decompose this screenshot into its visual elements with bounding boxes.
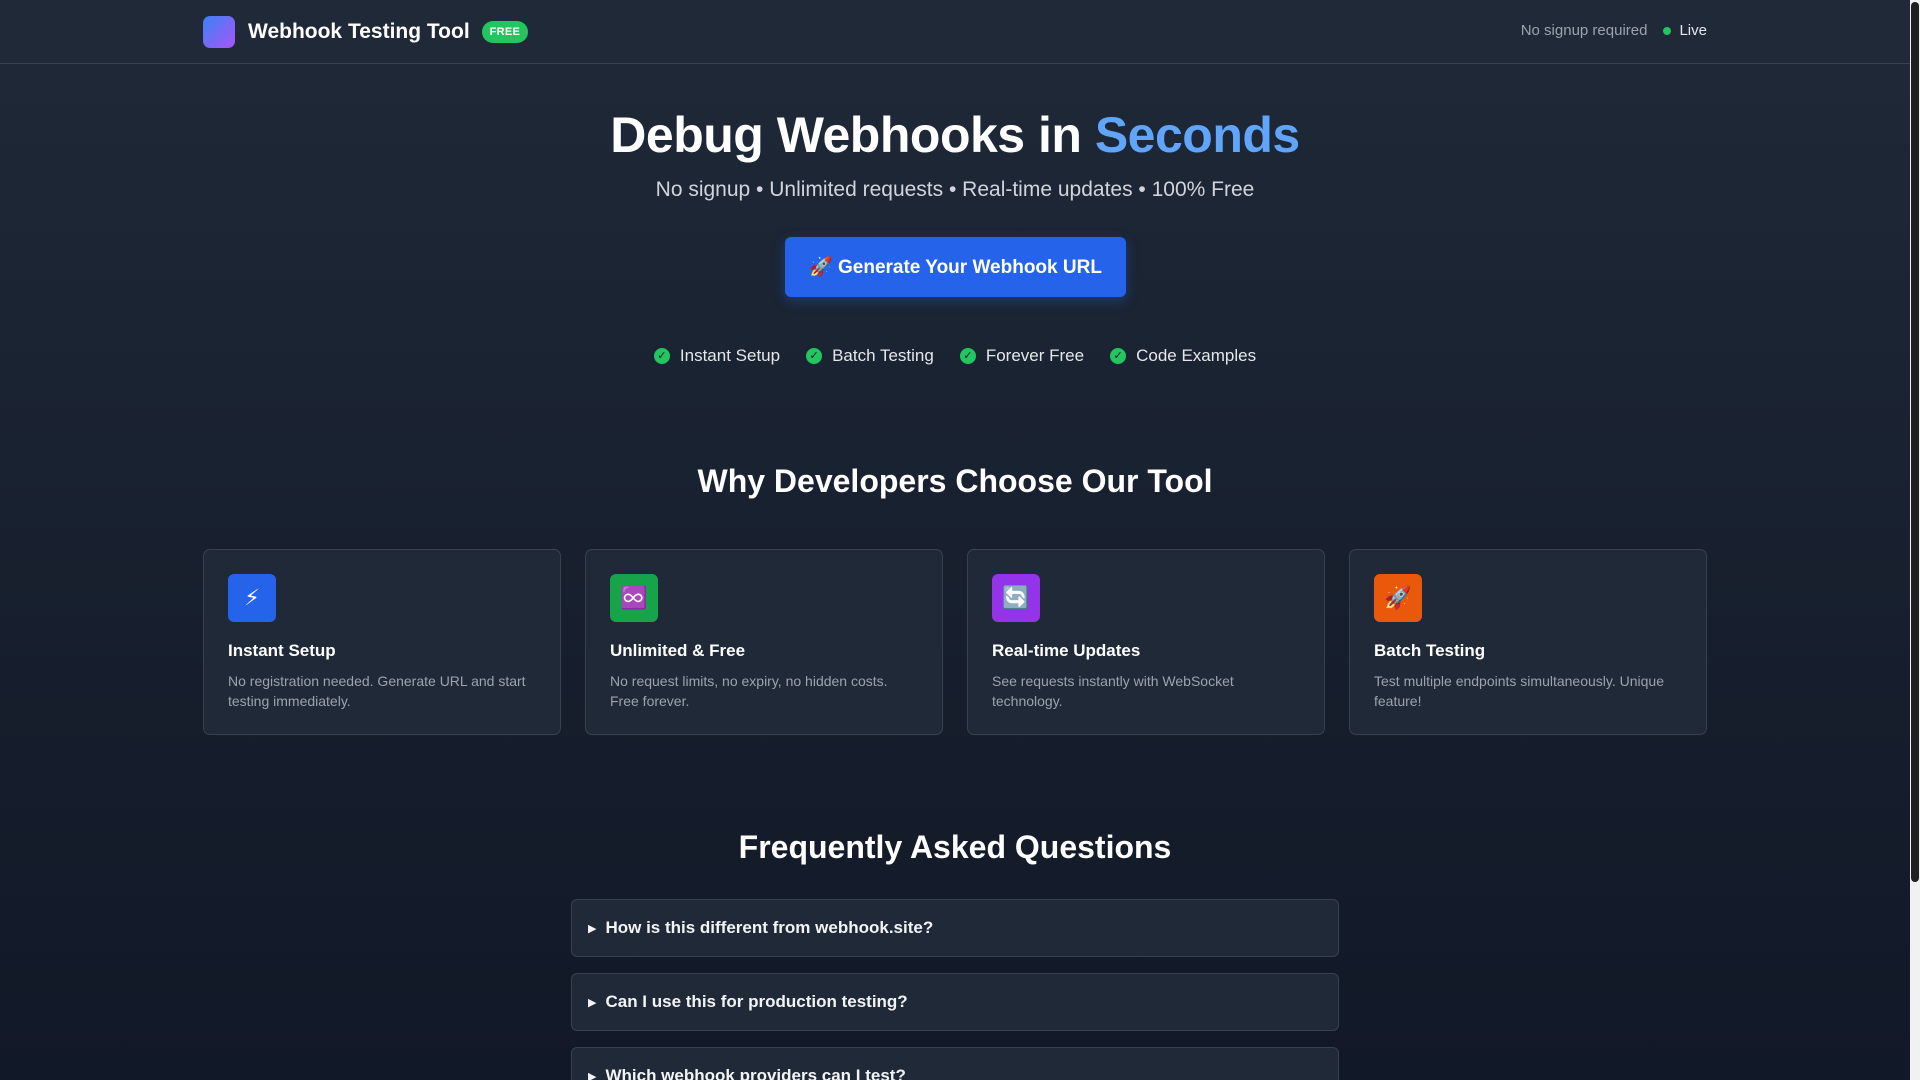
check-item: ✓ Code Examples <box>1110 346 1256 366</box>
card-title: Instant Setup <box>228 641 336 660</box>
check-item: ✓ Batch Testing <box>806 346 934 366</box>
check-item: ✓ Forever Free <box>959 346 1085 366</box>
why-section-title: Why Developers Choose Our Tool <box>697 463 1213 499</box>
check-circle-icon: ✓ <box>653 348 670 364</box>
refresh-icon: 🔄 <box>992 574 1040 622</box>
brand[interactable]: Webhook Testing Tool FREE <box>203 16 529 48</box>
faq-item[interactable]: ▶ How is this different from webhook.site… <box>571 899 1339 957</box>
brand-name: Webhook Testing Tool <box>248 20 470 43</box>
faq-question: Can I use this for production testing? <box>605 992 908 1011</box>
card-title: Unlimited & Free <box>610 641 746 660</box>
check-label: Forever Free <box>985 346 1085 365</box>
faq-title: Frequently Asked Questions <box>738 829 1172 865</box>
faq-item[interactable]: ▶ Can I use this for production testing? <box>571 973 1339 1031</box>
check-circle-icon: ✓ <box>806 348 823 364</box>
hero-subtitle: No signup • Unlimited requests • Real-ti… <box>655 178 1255 201</box>
logo-icon <box>203 16 235 48</box>
check-item: ✓ Instant Setup <box>653 346 781 366</box>
infinity-icon: ♾️ <box>610 574 658 622</box>
feature-card-instant-setup: ⚡ Instant Setup No registration needed. … <box>203 549 561 735</box>
scrollbar[interactable] <box>1910 0 1920 1080</box>
check-circle-icon: ✓ <box>1110 348 1127 364</box>
feature-checks: ✓ Instant Setup ✓ Batch Testing ✓ Forever F… <box>0 346 1910 366</box>
scrollbar-thumb[interactable] <box>1911 2 1919 882</box>
check-circle-icon: ✓ <box>959 348 976 364</box>
card-title: Batch Testing <box>1374 641 1486 660</box>
card-description: No registration needed. Generate URL and… <box>228 673 526 709</box>
disclosure-triangle-icon: ▶ <box>588 996 597 1009</box>
faq-question: How is this different from webhook.site? <box>605 918 934 937</box>
header-status: No signup required Live <box>1521 22 1707 39</box>
card-title: Real-time Updates <box>992 641 1141 660</box>
hero-title-accent: Seconds <box>1094 107 1300 163</box>
check-label: Batch Testing <box>832 346 934 365</box>
check-label: Code Examples <box>1136 346 1257 365</box>
feature-cards: ⚡ Instant Setup No registration needed. … <box>203 549 1707 735</box>
live-dot-icon <box>1663 26 1672 35</box>
hero-title-main: Debug Webhooks in <box>610 107 1095 163</box>
faq-question: Which webhook providers can I test? <box>605 1066 906 1080</box>
feature-card-realtime-updates: 🔄 Real-time Updates See requests instant… <box>967 549 1325 735</box>
generate-webhook-url-button[interactable]: 🚀 Generate Your Webhook URL <box>785 237 1126 297</box>
faq-item[interactable]: ▶ Which webhook providers can I test? <box>571 1047 1339 1080</box>
feature-card-unlimited-free: ♾️ Unlimited & Free No request limits, n… <box>585 549 943 735</box>
disclosure-triangle-icon: ▶ <box>588 1070 597 1080</box>
feature-card-batch-testing: 🚀 Batch Testing Test multiple endpoints … <box>1349 549 1707 735</box>
faq-list: ▶ How is this different from webhook.site… <box>571 899 1339 1080</box>
card-description: No request limits, no expiry, no hidden … <box>610 673 888 709</box>
lightning-icon: ⚡ <box>228 574 276 622</box>
card-description: Test multiple endpoints simultaneously. … <box>1374 673 1665 709</box>
page: Webhook Testing Tool FREE No signup requ… <box>0 0 1910 1080</box>
rocket-icon: 🚀 <box>1374 574 1422 622</box>
disclosure-triangle-icon: ▶ <box>588 922 597 935</box>
card-description: See requests instantly with WebSocket te… <box>992 673 1234 709</box>
live-status: Live <box>1679 22 1707 39</box>
top-header: Webhook Testing Tool FREE No signup requ… <box>0 0 1910 64</box>
hero-title: Debug Webhooks in Seconds <box>0 106 1910 164</box>
free-badge: FREE <box>481 21 529 43</box>
check-label: Instant Setup <box>679 346 781 365</box>
no-signup-text: No signup required <box>1520 22 1648 39</box>
